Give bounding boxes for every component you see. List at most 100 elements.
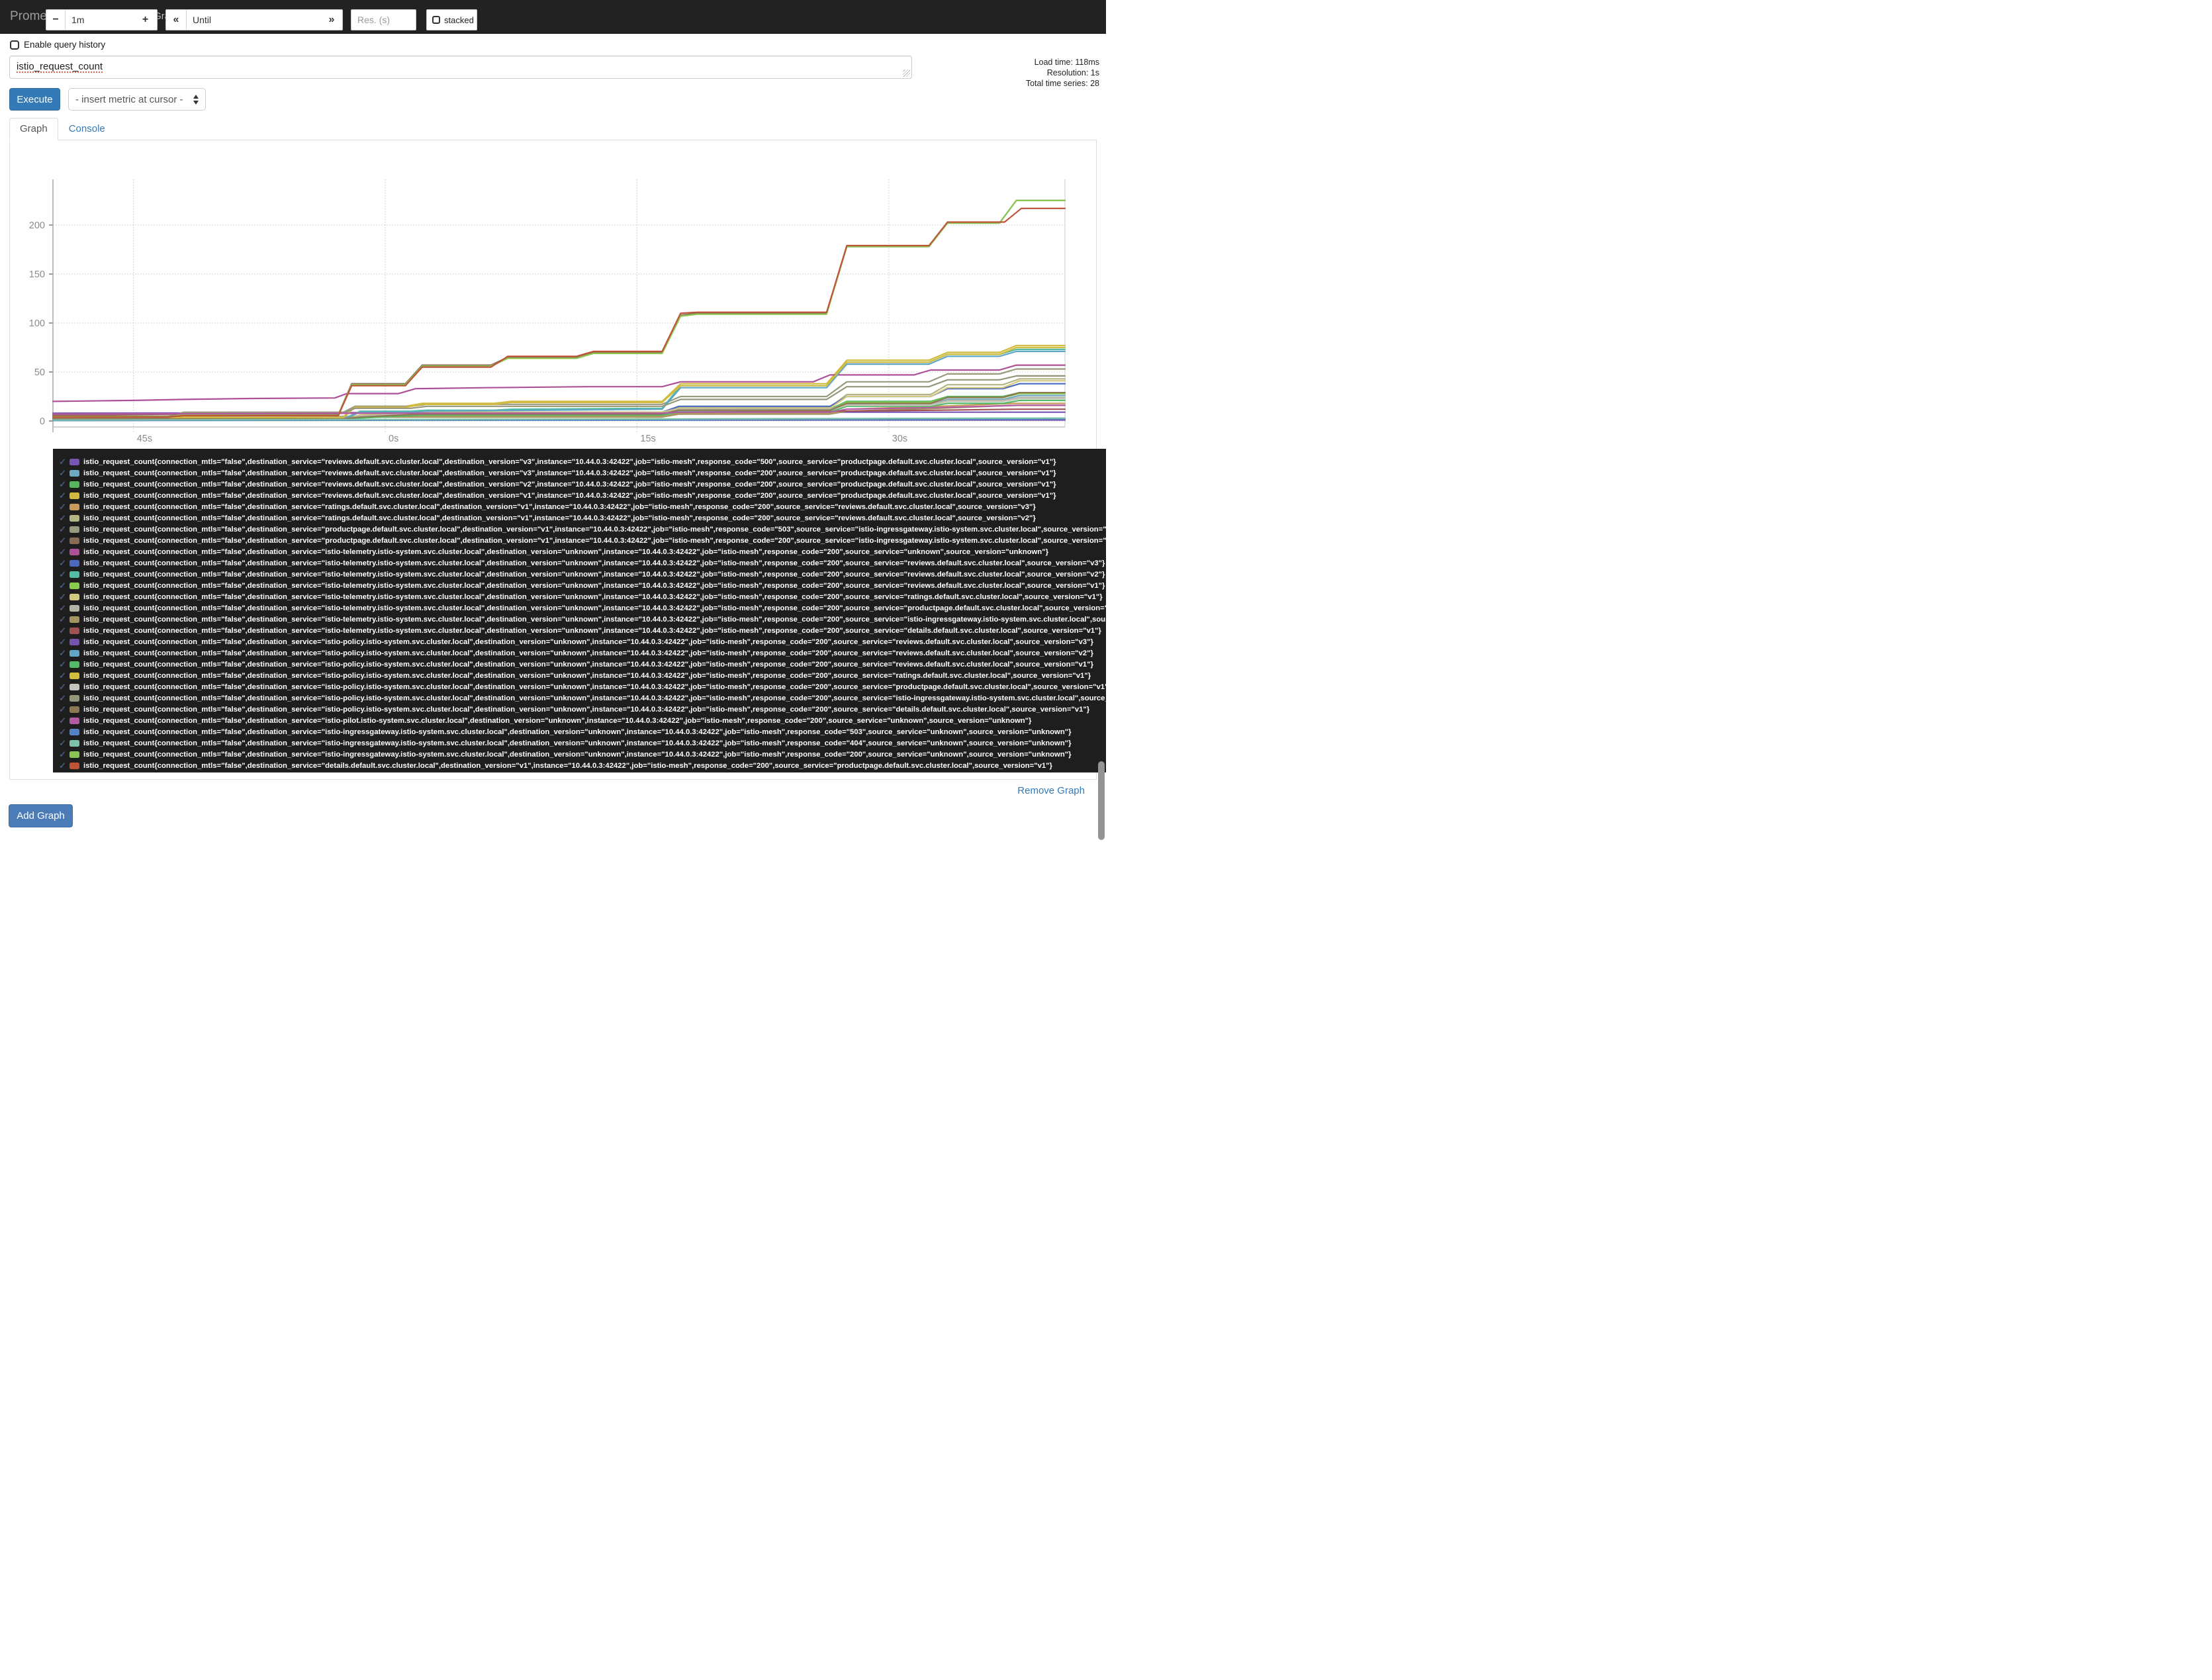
legend-item[interactable]: ✓ istio_request_count{connection_mtls="fa… (59, 715, 1106, 726)
series-color-swatch (69, 481, 79, 488)
legend-item[interactable]: ✓ istio_request_count{connection_mtls="fa… (59, 670, 1106, 681)
series-visible-check-icon[interactable]: ✓ (59, 513, 69, 524)
legend-item[interactable]: ✓ istio_request_count{connection_mtls="fa… (59, 659, 1106, 670)
series-visible-check-icon[interactable]: ✓ (59, 716, 69, 726)
legend-item[interactable]: ✓ istio_request_count{connection_mtls="fa… (59, 467, 1106, 479)
series-visible-check-icon[interactable]: ✓ (59, 479, 69, 490)
series-label: istio_request_count{connection_mtls="fal… (83, 514, 1036, 522)
legend-item[interactable]: ✓ istio_request_count{connection_mtls="fa… (59, 580, 1106, 591)
series-color-swatch (69, 661, 79, 668)
series-visible-check-icon[interactable]: ✓ (59, 626, 69, 636)
legend-item[interactable]: ✓ istio_request_count{connection_mtls="fa… (59, 456, 1106, 467)
series-visible-check-icon[interactable]: ✓ (59, 614, 69, 625)
series-visible-check-icon[interactable]: ✓ (59, 502, 69, 512)
remove-graph-link[interactable]: Remove Graph (1017, 785, 1085, 796)
series-visible-check-icon[interactable]: ✓ (59, 569, 69, 580)
series-line-27[interactable] (52, 199, 1066, 418)
series-visible-check-icon[interactable]: ✓ (59, 558, 69, 569)
series-color-swatch (69, 751, 79, 758)
series-visible-check-icon[interactable]: ✓ (59, 468, 69, 479)
legend-item[interactable]: ✓ istio_request_count{connection_mtls="fa… (59, 490, 1106, 501)
series-label: istio_request_count{connection_mtls="fal… (83, 559, 1105, 567)
series-line-28[interactable] (52, 207, 1066, 418)
series-visible-check-icon[interactable]: ✓ (59, 761, 69, 771)
series-color-swatch (69, 537, 79, 544)
series-visible-check-icon[interactable]: ✓ (59, 671, 69, 681)
series-label: istio_request_count{connection_mtls="fal… (83, 615, 1106, 624)
series-visible-check-icon[interactable]: ✓ (59, 536, 69, 546)
series-visible-check-icon[interactable]: ✓ (59, 592, 69, 602)
legend-item[interactable]: ✓ istio_request_count{connection_mtls="fa… (59, 535, 1106, 546)
legend-item[interactable]: ✓ istio_request_count{connection_mtls="fa… (59, 524, 1106, 535)
series-visible-check-icon[interactable]: ✓ (59, 581, 69, 591)
series-color-swatch (69, 492, 79, 499)
series-label: istio_request_count{connection_mtls="fal… (83, 536, 1106, 545)
series-visible-check-icon[interactable]: ✓ (59, 738, 69, 749)
legend-item[interactable]: ✓ istio_request_count{connection_mtls="fa… (59, 681, 1106, 692)
series-line-8[interactable] (52, 199, 1066, 417)
series-label: istio_request_count{connection_mtls="fal… (83, 671, 1091, 680)
series-label: istio_request_count{connection_mtls="fal… (83, 739, 1072, 747)
series-visible-check-icon[interactable]: ✓ (59, 749, 69, 760)
legend-item[interactable]: ✓ istio_request_count{connection_mtls="fa… (59, 512, 1106, 524)
series-visible-check-icon[interactable]: ✓ (59, 637, 69, 647)
series-label: istio_request_count{connection_mtls="fal… (83, 525, 1106, 534)
series-visible-check-icon[interactable]: ✓ (59, 457, 69, 467)
series-visible-check-icon[interactable]: ✓ (59, 524, 69, 535)
legend-item[interactable]: ✓ istio_request_count{connection_mtls="fa… (59, 726, 1106, 737)
series-legend: ✓ istio_request_count{connection_mtls="fa… (53, 449, 1106, 772)
legend-item[interactable]: ✓ istio_request_count{connection_mtls="fa… (59, 569, 1106, 580)
series-color-swatch (69, 728, 79, 735)
legend-item[interactable]: ✓ istio_request_count{connection_mtls="fa… (59, 602, 1106, 614)
legend-item[interactable]: ✓ istio_request_count{connection_mtls="fa… (59, 546, 1106, 557)
legend-item[interactable]: ✓ istio_request_count{connection_mtls="fa… (59, 636, 1106, 647)
series-visible-check-icon[interactable]: ✓ (59, 603, 69, 614)
x-tick-label: 0s (389, 434, 398, 444)
y-tick-label: 0 (40, 416, 45, 427)
series-label: istio_request_count{connection_mtls="fal… (83, 694, 1106, 702)
series-visible-check-icon[interactable]: ✓ (59, 547, 69, 557)
y-tick-label: 150 (29, 269, 45, 280)
series-color-swatch (69, 469, 79, 477)
series-label: istio_request_count{connection_mtls="fal… (83, 626, 1101, 635)
vertical-scrollbar-thumb[interactable] (1098, 761, 1105, 840)
series-label: istio_request_count{connection_mtls="fal… (83, 502, 1036, 511)
series-visible-check-icon[interactable]: ✓ (59, 648, 69, 659)
series-label: istio_request_count{connection_mtls="fal… (83, 592, 1103, 601)
series-visible-check-icon[interactable]: ✓ (59, 693, 69, 704)
legend-item[interactable]: ✓ istio_request_count{connection_mtls="fa… (59, 760, 1106, 771)
series-color-swatch (69, 762, 79, 769)
legend-item[interactable]: ✓ istio_request_count{connection_mtls="fa… (59, 591, 1106, 602)
series-visible-check-icon[interactable]: ✓ (59, 659, 69, 670)
legend-item[interactable]: ✓ istio_request_count{connection_mtls="fa… (59, 501, 1106, 512)
legend-item[interactable]: ✓ istio_request_count{connection_mtls="fa… (59, 625, 1106, 636)
series-color-swatch (69, 526, 79, 533)
legend-item[interactable]: ✓ istio_request_count{connection_mtls="fa… (59, 647, 1106, 659)
legend-item[interactable]: ✓ istio_request_count{connection_mtls="fa… (59, 614, 1106, 625)
series-visible-check-icon[interactable]: ✓ (59, 682, 69, 692)
series-label: istio_request_count{connection_mtls="fal… (83, 491, 1056, 500)
series-color-swatch (69, 559, 79, 567)
series-color-swatch (69, 503, 79, 510)
series-label: istio_request_count{connection_mtls="fal… (83, 649, 1093, 657)
timeseries-chart[interactable]: 0 50 100 150 200 45s 0s 15s 30s (0, 0, 1106, 450)
add-graph-button[interactable]: Add Graph (9, 804, 73, 827)
series-color-swatch (69, 672, 79, 679)
series-label: istio_request_count{connection_mtls="fal… (83, 570, 1105, 579)
series-label: istio_request_count{connection_mtls="fal… (83, 727, 1072, 736)
legend-item[interactable]: ✓ istio_request_count{connection_mtls="fa… (59, 737, 1106, 749)
series-color-swatch (69, 571, 79, 578)
legend-item[interactable]: ✓ istio_request_count{connection_mtls="fa… (59, 704, 1106, 715)
legend-item[interactable]: ✓ istio_request_count{connection_mtls="fa… (59, 557, 1106, 569)
series-visible-check-icon[interactable]: ✓ (59, 490, 69, 501)
series-visible-check-icon[interactable]: ✓ (59, 727, 69, 737)
series-color-swatch (69, 694, 79, 702)
series-visible-check-icon[interactable]: ✓ (59, 704, 69, 715)
series-color-swatch (69, 593, 79, 600)
series-color-swatch (69, 604, 79, 612)
y-tick-label: 100 (29, 318, 45, 329)
x-tick-label: 45s (137, 434, 152, 444)
legend-item[interactable]: ✓ istio_request_count{connection_mtls="fa… (59, 692, 1106, 704)
legend-item[interactable]: ✓ istio_request_count{connection_mtls="fa… (59, 749, 1106, 760)
legend-item[interactable]: ✓ istio_request_count{connection_mtls="fa… (59, 479, 1106, 490)
